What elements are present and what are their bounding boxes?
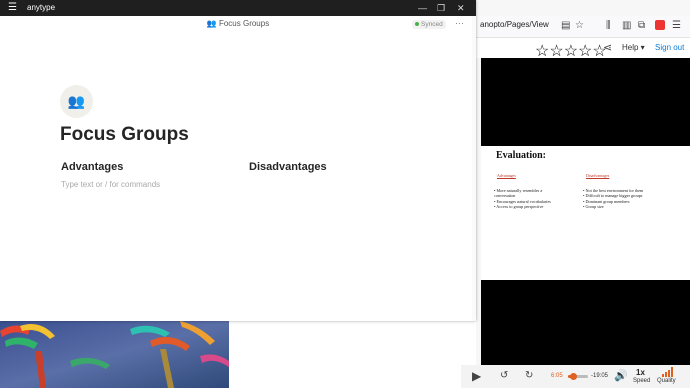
- sync-status-badge[interactable]: Synced: [412, 20, 446, 29]
- reader-view-icon[interactable]: ▤: [561, 20, 570, 32]
- share-icon[interactable]: ⋖: [603, 42, 612, 54]
- maximize-icon[interactable]: ❐: [437, 2, 445, 14]
- video-slide: [481, 146, 690, 280]
- title-bar: [0, 0, 476, 16]
- list-item: Group size: [583, 204, 663, 209]
- extension-icon[interactable]: ⧉: [638, 20, 645, 32]
- slide-title: Evaluation:: [496, 150, 547, 161]
- advantages-heading[interactable]: Advantages: [61, 161, 123, 173]
- speed-label: Speed: [633, 378, 651, 384]
- palm-wallpaper-image: [0, 321, 229, 388]
- volume-icon[interactable]: 🔊: [614, 369, 628, 382]
- sidebar-icon[interactable]: ▥: [622, 20, 631, 32]
- list-item: More naturally resembles a conversation: [494, 188, 564, 199]
- bookmark-star-icon[interactable]: ☆: [575, 20, 584, 32]
- sync-status-label: Synced: [421, 21, 443, 28]
- remaining-time: -19:05: [591, 373, 609, 379]
- slide-advantages-heading: Advantages: [497, 173, 516, 178]
- slide-disadvantages-list: Not the best environment for them Diffic…: [583, 188, 663, 210]
- disadvantages-heading[interactable]: Disadvantages: [249, 161, 327, 173]
- speed-value[interactable]: 1x: [636, 368, 645, 377]
- quality-label: Quality: [657, 378, 676, 384]
- slide-advantages-list: More naturally resembles a conversation …: [494, 188, 564, 210]
- scrollbar[interactable]: [472, 16, 476, 321]
- close-icon[interactable]: ✕: [457, 2, 465, 14]
- progress-handle[interactable]: [569, 373, 577, 380]
- menu-icon[interactable]: ☰: [672, 20, 681, 32]
- forward-icon[interactable]: ↻: [525, 370, 533, 381]
- help-menu-button[interactable]: Help ▾: [622, 43, 645, 52]
- list-item: Access to group perspective: [494, 204, 564, 209]
- document-header-title[interactable]: 👥 Focus Groups: [0, 19, 476, 28]
- extension-red-icon[interactable]: [655, 20, 665, 30]
- block-placeholder[interactable]: Type text or / for commands: [61, 180, 160, 189]
- url-text[interactable]: anopto/Pages/View: [480, 20, 549, 29]
- sign-out-link[interactable]: Sign out: [655, 43, 684, 52]
- app-name: anytype: [27, 3, 56, 12]
- minimize-icon[interactable]: —: [418, 2, 427, 14]
- current-time: 6:05: [551, 373, 563, 379]
- hamburger-menu-icon[interactable]: ☰: [8, 2, 17, 14]
- page-title[interactable]: Focus Groups: [60, 124, 189, 146]
- sync-dot-icon: [415, 22, 419, 27]
- library-icon[interactable]: ⫼: [606, 20, 611, 32]
- rewind-icon[interactable]: ↺: [500, 370, 508, 381]
- quality-bars-icon[interactable]: [662, 367, 676, 377]
- desktop-wallpaper: [0, 321, 229, 388]
- page-emoji-icon[interactable]: 👥: [60, 85, 93, 118]
- play-icon[interactable]: ▶: [472, 369, 481, 383]
- slide-disadvantages-heading: Disadvantages: [586, 173, 610, 178]
- more-options-icon[interactable]: ···: [455, 18, 464, 28]
